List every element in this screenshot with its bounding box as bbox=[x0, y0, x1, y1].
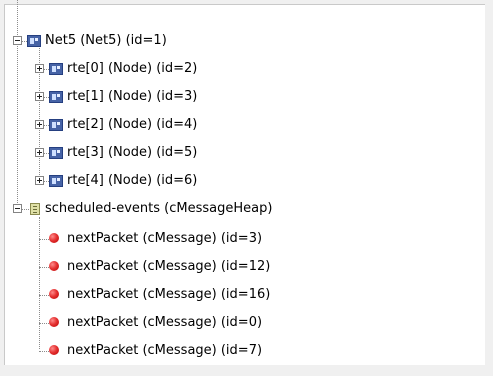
collapse-toggle-icon[interactable] bbox=[13, 36, 22, 45]
tree-node-label: rte[2] (Node) (id=4) bbox=[67, 117, 198, 132]
tree-node-net5[interactable]: Net5 (Net5) (id=1) bbox=[5, 29, 475, 53]
object-tree-panel: Net5 (Net5) (id=1) rte[0] (Node) (id=2) … bbox=[4, 0, 485, 365]
tree-node-message[interactable]: nextPacket (cMessage) (id=3) bbox=[5, 227, 475, 251]
expand-toggle-icon[interactable] bbox=[35, 148, 44, 157]
tree-node-rte1[interactable]: rte[1] (Node) (id=3) bbox=[5, 85, 475, 109]
node-icon bbox=[49, 175, 63, 187]
message-icon bbox=[49, 233, 59, 243]
tree-node-label: rte[1] (Node) (id=3) bbox=[67, 89, 198, 104]
node-icon bbox=[49, 147, 63, 159]
node-icon bbox=[49, 63, 63, 75]
node-icon bbox=[49, 91, 63, 103]
object-tree: Net5 (Net5) (id=1) rte[0] (Node) (id=2) … bbox=[5, 0, 485, 365]
tree-node-label: nextPacket (cMessage) (id=3) bbox=[67, 231, 263, 246]
tree-node-rte2[interactable]: rte[2] (Node) (id=4) bbox=[5, 113, 475, 137]
collapse-toggle-icon[interactable] bbox=[13, 204, 22, 213]
tree-node-message[interactable]: nextPacket (cMessage) (id=0) bbox=[5, 311, 475, 335]
tree-node-rte0[interactable]: rte[0] (Node) (id=2) bbox=[5, 57, 475, 81]
tree-node-message[interactable]: nextPacket (cMessage) (id=16) bbox=[5, 283, 475, 307]
message-icon bbox=[49, 317, 59, 327]
tree-node-label: nextPacket (cMessage) (id=0) bbox=[67, 315, 263, 330]
tree-node-label: nextPacket (cMessage) (id=12) bbox=[67, 259, 271, 274]
tree-node-scheduled-events[interactable]: scheduled-events (cMessageHeap) bbox=[5, 197, 475, 221]
tree-node-label: nextPacket (cMessage) (id=16) bbox=[67, 287, 271, 302]
expand-toggle-icon[interactable] bbox=[35, 176, 44, 185]
tree-node-label: Net5 (Net5) (id=1) bbox=[45, 33, 167, 48]
message-icon bbox=[49, 345, 59, 355]
tree-node-label: scheduled-events (cMessageHeap) bbox=[45, 201, 273, 216]
tree-node-label: rte[0] (Node) (id=2) bbox=[67, 61, 198, 76]
message-heap-icon bbox=[30, 203, 40, 215]
expand-toggle-icon[interactable] bbox=[35, 92, 44, 101]
node-icon bbox=[49, 119, 63, 131]
tree-node-rte4[interactable]: rte[4] (Node) (id=6) bbox=[5, 169, 475, 193]
tree-node-message[interactable]: nextPacket (cMessage) (id=7) bbox=[5, 339, 475, 363]
expand-toggle-icon[interactable] bbox=[35, 120, 44, 129]
tree-node-label: rte[4] (Node) (id=6) bbox=[67, 173, 198, 188]
tree-node-label: nextPacket (cMessage) (id=7) bbox=[67, 343, 263, 358]
expand-toggle-icon[interactable] bbox=[35, 64, 44, 73]
message-icon bbox=[49, 261, 59, 271]
tree-node-message[interactable]: nextPacket (cMessage) (id=12) bbox=[5, 255, 475, 279]
network-icon bbox=[27, 35, 41, 47]
tree-node-label: rte[3] (Node) (id=5) bbox=[67, 145, 198, 160]
message-icon bbox=[49, 289, 59, 299]
tree-node-rte3[interactable]: rte[3] (Node) (id=5) bbox=[5, 141, 475, 165]
